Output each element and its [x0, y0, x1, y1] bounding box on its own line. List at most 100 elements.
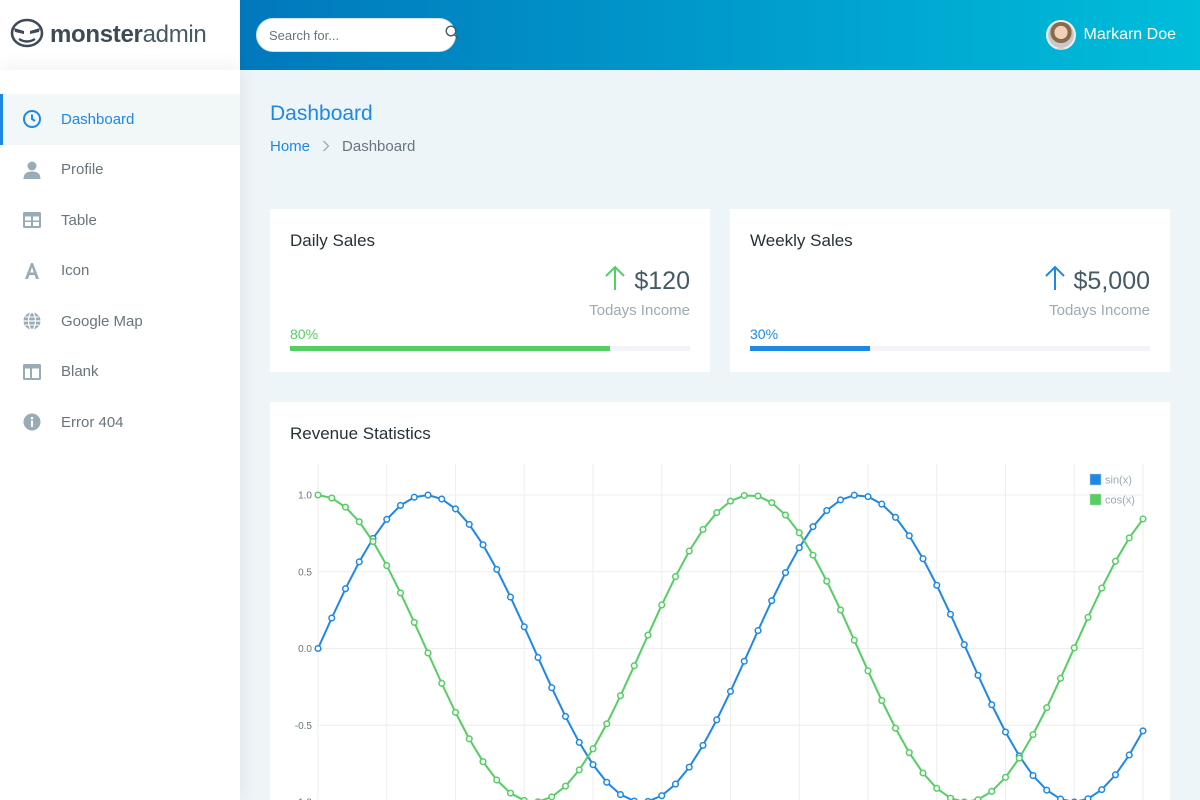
progress-fill	[750, 346, 870, 351]
legend-swatch	[1089, 473, 1102, 486]
data-point	[919, 555, 927, 563]
data-point	[671, 780, 680, 788]
data-point	[905, 532, 913, 540]
card-title: Daily Sales	[290, 231, 376, 250]
data-point	[658, 792, 666, 800]
data-point	[1139, 515, 1147, 523]
data-point	[1084, 613, 1092, 621]
data-point	[946, 794, 955, 800]
data-point	[479, 758, 487, 766]
sidebar-item-blank[interactable]: Blank	[0, 347, 240, 398]
data-point	[589, 745, 597, 753]
data-point	[561, 712, 570, 720]
search-input[interactable]	[269, 27, 445, 43]
sidebar-item-dashboard[interactable]: Dashboard	[0, 94, 240, 145]
revenue-chart: 1.00.50.0-0.5-1.0sin(x)cos(x)	[295, 464, 1147, 800]
data-point	[781, 511, 790, 519]
arrow-up-icon	[1044, 265, 1074, 298]
data-point	[809, 551, 817, 559]
sidebar-item-label: Table	[61, 211, 97, 229]
data-point	[410, 493, 418, 501]
data-point	[713, 509, 721, 517]
data-point	[465, 520, 473, 528]
data-point	[823, 577, 831, 585]
data-point	[410, 618, 418, 626]
data-point	[341, 503, 350, 511]
data-point	[1043, 704, 1051, 712]
data-point	[699, 741, 707, 749]
breadcrumb: Home Dashboard	[270, 138, 415, 155]
main-content: Dashboard Home Dashboard Daily Sales $12…	[240, 70, 1200, 800]
data-point	[383, 562, 391, 570]
data-point	[355, 518, 363, 526]
top-header: monsteradmin Markarn Doe	[0, 0, 1200, 70]
data-point	[1125, 534, 1133, 542]
arrow-up-icon	[604, 265, 634, 298]
globe-icon	[20, 309, 44, 333]
legend-label: cos(x)	[1105, 495, 1135, 507]
data-point	[974, 671, 982, 679]
data-point	[1001, 728, 1010, 736]
logo-text: monsteradmin	[50, 21, 207, 48]
logo[interactable]: monsteradmin	[0, 0, 240, 70]
sidebar-item-label: Blank	[61, 363, 99, 381]
data-point	[1056, 674, 1065, 682]
data-point	[603, 778, 611, 786]
data-point	[726, 497, 735, 505]
daily-sales-card: Daily Sales $120 Todays Income 80%	[270, 209, 710, 372]
data-point	[396, 589, 405, 597]
data-point	[644, 631, 652, 639]
chevron-right-icon	[322, 139, 330, 155]
search-icon[interactable]	[445, 25, 460, 45]
sidebar-item-table[interactable]: Table	[0, 195, 240, 246]
data-point	[658, 601, 666, 609]
data-point	[850, 636, 858, 644]
data-point	[836, 496, 845, 504]
revenue-statistics-card: Revenue Statistics 1.00.50.0-0.5-1.0sin(…	[270, 402, 1170, 800]
income-label: Todays Income	[1049, 302, 1150, 319]
data-point	[589, 761, 597, 769]
data-point	[933, 784, 941, 792]
avatar[interactable]	[1045, 20, 1076, 50]
data-point	[520, 623, 528, 631]
breadcrumb-home[interactable]: Home	[270, 138, 310, 155]
info-icon	[20, 410, 44, 434]
sidebar-item-icon[interactable]: Icon	[0, 246, 240, 297]
person-icon	[20, 158, 44, 182]
data-point	[438, 495, 446, 503]
data-point	[726, 687, 735, 695]
data-point	[1029, 772, 1037, 780]
data-point	[396, 501, 405, 509]
data-point	[671, 573, 680, 581]
font-a-icon	[20, 259, 44, 283]
sidebar-item-label: Icon	[61, 262, 90, 280]
breadcrumb-current: Dashboard	[342, 138, 416, 155]
data-point	[1111, 557, 1120, 565]
y-tick-label: 0.0	[298, 644, 312, 655]
data-point	[630, 662, 638, 670]
data-point	[355, 558, 363, 566]
income-label: Todays Income	[589, 302, 690, 319]
data-point	[424, 649, 432, 657]
data-point	[575, 766, 583, 774]
data-point	[823, 506, 831, 515]
data-point	[864, 493, 872, 501]
card-title: Weekly Sales	[750, 231, 853, 250]
y-tick-label: 1.0	[298, 491, 312, 502]
data-point	[768, 597, 776, 605]
data-point	[1111, 771, 1120, 779]
user-menu[interactable]: Markarn Doe	[1045, 20, 1176, 50]
sidebar-item-google-map[interactable]: Google Map	[0, 296, 240, 347]
legend-swatch	[1089, 493, 1102, 506]
data-point	[685, 763, 693, 771]
clock-icon	[20, 107, 44, 131]
data-point	[988, 701, 996, 709]
user-name[interactable]: Markarn Doe	[1084, 26, 1176, 44]
data-point	[809, 523, 817, 531]
data-point	[988, 787, 996, 795]
progress-percent: 80%	[290, 326, 319, 342]
sales-amount: $5,000	[1044, 265, 1150, 298]
data-point	[603, 720, 611, 728]
sidebar-item-error-404[interactable]: Error 404	[0, 397, 240, 448]
sidebar-item-profile[interactable]: Profile	[0, 145, 240, 196]
